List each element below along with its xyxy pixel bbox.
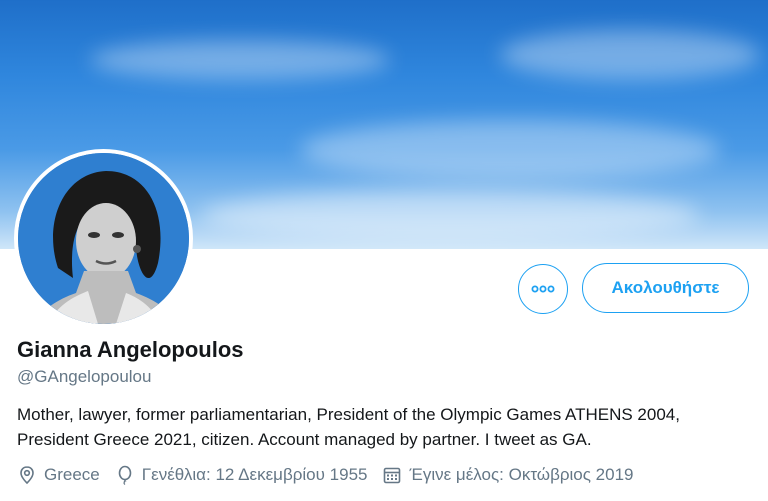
birthday-text: Γενέθλια: 12 Δεκεμβρίου 1955: [141, 465, 368, 484]
location-text: Greece: [44, 465, 100, 484]
profile-bio: Mother, lawyer, former parliamentarian, …: [17, 405, 680, 449]
location-item: Greece: [17, 465, 100, 485]
balloon-icon: [118, 465, 132, 485]
profile-handle: @GAngelopoulou: [17, 367, 152, 386]
more-options-button[interactable]: [518, 264, 568, 314]
avatar-photo: [18, 153, 189, 324]
calendar-icon: [384, 467, 401, 484]
birthday-item: Γενέθλια: 12 Δεκεμβρίου 1955: [115, 465, 368, 485]
follow-button[interactable]: Ακολουθήστε: [582, 263, 749, 313]
joined-item: Έγινε μέλος: Οκτώβριος 2019: [382, 465, 634, 485]
profile-name: Gianna Angelopoulos: [17, 337, 244, 362]
more-horizontal-icon: [531, 285, 555, 293]
location-pin-icon: [20, 466, 34, 485]
joined-text: Έγινε μέλος: Οκτώβριος 2019: [409, 465, 634, 484]
profile-avatar[interactable]: [14, 149, 193, 328]
profile-meta: Greece Γενέθλια: 12 Δεκεμβρίου 1955 Έγιν…: [17, 462, 649, 488]
